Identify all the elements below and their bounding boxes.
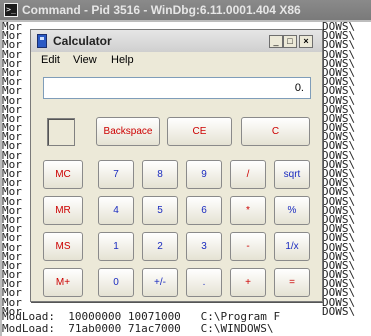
digit-4-button[interactable]: 4 [98, 196, 134, 225]
windbg-titlebar[interactable]: >_ Command - Pid 3516 - WinDbg:6.11.0001… [0, 0, 371, 20]
output-line: ModLoad: 10000000 10071000 C:\Program F [2, 310, 281, 323]
output-line: ModLoad: 71ab0000 71ac7000 C:\WINDOWS\ [2, 322, 274, 335]
add-button[interactable]: + [230, 268, 266, 297]
reciprocal-button[interactable]: 1/x [274, 232, 310, 261]
digit-5-button[interactable]: 5 [142, 196, 178, 225]
divide-button[interactable]: / [230, 160, 266, 189]
memory-recall-button[interactable]: MR [43, 196, 83, 225]
clear-button[interactable]: C [241, 117, 310, 146]
calculator-titlebar[interactable]: Calculator _ □ × [31, 30, 322, 52]
minimize-button[interactable]: _ [269, 35, 283, 48]
clear-entry-button[interactable]: CE [167, 117, 232, 146]
digit-7-button[interactable]: 7 [98, 160, 134, 189]
calculator-window: Calculator _ □ × Edit View Help 0. Backs… [30, 29, 323, 302]
digit-1-button[interactable]: 1 [98, 232, 134, 261]
digit-0-button[interactable]: 0 [98, 268, 134, 297]
command-prompt-icon: >_ [4, 3, 18, 17]
menu-help[interactable]: Help [111, 54, 134, 66]
equals-button[interactable]: = [274, 268, 310, 297]
menu-edit[interactable]: Edit [41, 54, 60, 66]
digit-6-button[interactable]: 6 [186, 196, 222, 225]
menu-bar: Edit View Help [31, 52, 322, 70]
memory-clear-button[interactable]: MC [43, 160, 83, 189]
digit-3-button[interactable]: 3 [186, 232, 222, 261]
maximize-button[interactable]: □ [283, 35, 297, 48]
memory-add-button[interactable]: M+ [43, 268, 83, 297]
digit-2-button[interactable]: 2 [142, 232, 178, 261]
calculator-title: Calculator [53, 34, 112, 48]
output-right-column: DOWS\ DOWS\ DOWS\ DOWS\ DOWS\ DOWS\ DOWS\ DOWS\… [322, 22, 356, 318]
sqrt-button[interactable]: sqrt [274, 160, 310, 189]
backspace-button[interactable]: Backspace [96, 117, 160, 146]
calculator-display[interactable]: 0. [43, 77, 311, 99]
memory-store-button[interactable]: MS [43, 232, 83, 261]
negate-button[interactable]: +/- [142, 268, 178, 297]
subtract-button[interactable]: - [230, 232, 266, 261]
digit-8-button[interactable]: 8 [142, 160, 178, 189]
menu-view[interactable]: View [73, 54, 97, 66]
multiply-button[interactable]: * [230, 196, 266, 225]
percent-button[interactable]: % [274, 196, 310, 225]
calculator-icon [37, 34, 47, 48]
close-button[interactable]: × [299, 35, 313, 48]
output-line: DOWS\ [322, 304, 356, 318]
memory-indicator [47, 118, 75, 146]
output-left-column: Mor Mor Mor Mor Mor Mor Mor Mor Mor Mor Mor Mor Mor M… [2, 22, 22, 317]
windbg-title: Command - Pid 3516 - WinDbg:6.11.0001.40… [22, 3, 301, 17]
decimal-point-button[interactable]: . [186, 268, 222, 297]
digit-9-button[interactable]: 9 [186, 160, 222, 189]
